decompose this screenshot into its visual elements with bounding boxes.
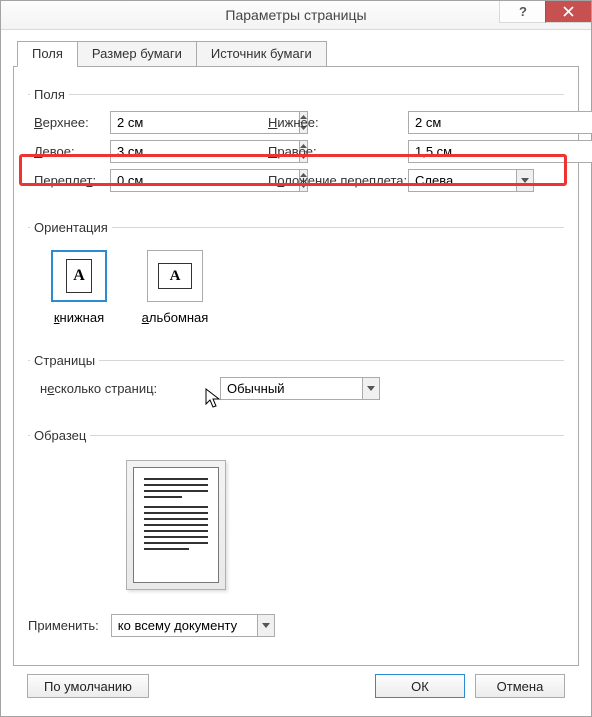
group-pages-title: Страницы (30, 353, 99, 368)
label-bottom: Нижнее: (268, 115, 408, 130)
input-left[interactable] (110, 140, 236, 163)
combo-gutter-pos[interactable]: Слева (408, 169, 534, 192)
tab-strip: Поля Размер бумаги Источник бумаги (17, 40, 579, 66)
combo-apply[interactable]: ко всему документу (111, 614, 275, 637)
close-button[interactable] (545, 1, 591, 23)
dialog-window: Параметры страницы ? Поля Размер бумаги … (0, 0, 592, 717)
group-orient-title: Ориентация (30, 220, 112, 235)
combo-multi-pages[interactable]: Обычный (220, 377, 380, 400)
label-apply: Применить: (28, 618, 99, 633)
chevron-down-icon[interactable] (516, 169, 534, 192)
default-button[interactable]: По умолчанию (27, 674, 149, 698)
help-button[interactable]: ? (499, 1, 545, 23)
tab-paper-source[interactable]: Источник бумаги (196, 41, 327, 67)
label-right: Правое: (268, 144, 408, 159)
titlebar: Параметры страницы ? (1, 1, 591, 30)
cancel-button[interactable]: Отмена (475, 674, 565, 698)
orientation-portrait-label: книжная (44, 310, 114, 325)
tab-paper-size[interactable]: Размер бумаги (77, 41, 197, 67)
label-left: Левое: (34, 144, 110, 159)
svg-text:?: ? (519, 6, 527, 17)
chevron-down-icon[interactable] (257, 614, 275, 637)
dialog-footer: По умолчанию ОК Отмена (13, 666, 579, 710)
ok-button[interactable]: ОК (375, 674, 465, 698)
page-preview (126, 460, 226, 590)
orientation-portrait[interactable]: A книжная (44, 250, 114, 325)
label-top: Верхнее: (34, 115, 110, 130)
input-top[interactable] (110, 111, 236, 134)
chevron-down-icon[interactable] (362, 377, 380, 400)
group-margins-title: Поля (30, 87, 69, 102)
tab-margins[interactable]: Поля (17, 41, 78, 67)
label-gutter: Переплет: (34, 173, 110, 188)
input-bottom[interactable] (408, 111, 534, 134)
orientation-landscape-label: альбомная (140, 310, 210, 325)
group-preview-title: Образец (30, 428, 90, 443)
tab-body: Поля Верхнее: Нижнее: Левое: Правое: Пер (13, 66, 579, 666)
label-gutter-pos: Положение переплета: (268, 173, 408, 188)
input-gutter[interactable] (110, 169, 236, 192)
label-multi-pages: несколько страниц: (40, 381, 200, 396)
input-right[interactable] (408, 140, 534, 163)
orientation-landscape[interactable]: A альбомная (140, 250, 210, 325)
